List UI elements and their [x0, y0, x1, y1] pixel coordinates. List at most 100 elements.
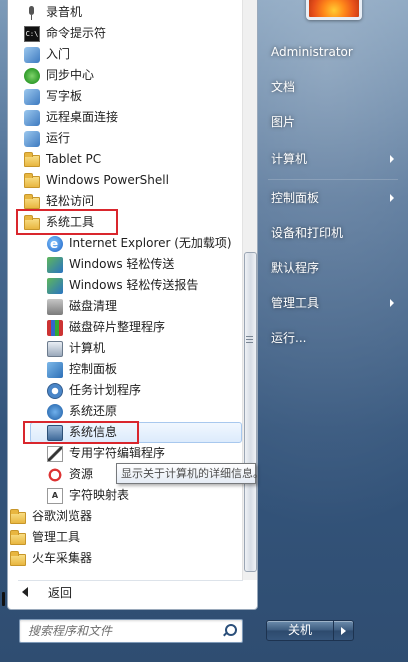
- program-label: 计算机: [69, 341, 106, 355]
- program-label: 运行: [46, 131, 71, 145]
- run-icon: [24, 130, 40, 147]
- folder-item-google-chrome[interactable]: 谷歌浏览器: [10, 506, 244, 527]
- user-name-link[interactable]: Administrator: [264, 38, 402, 66]
- chevron-right-icon: [390, 299, 394, 307]
- program-item-easy-transfer-report[interactable]: Windows 轻松传送报告: [47, 275, 244, 296]
- program-item-computer[interactable]: 计算机: [47, 338, 244, 359]
- back-arrow-icon: [22, 587, 28, 597]
- computer-link[interactable]: 计算机: [264, 145, 402, 173]
- control-panel-link[interactable]: 控制面板: [264, 184, 402, 212]
- resource-monitor-icon: [47, 466, 63, 483]
- back-label: 返回: [48, 585, 73, 600]
- program-item-system-information[interactable]: 系统信息: [30, 422, 242, 443]
- program-item-disk-cleanup[interactable]: 磁盘清理: [47, 296, 244, 317]
- program-label: 字符映射表: [69, 488, 130, 502]
- program-label: 磁盘清理: [69, 299, 118, 313]
- folder-item-admin-tools[interactable]: 管理工具: [10, 527, 244, 548]
- disk-cleanup-icon: [47, 298, 63, 315]
- program-item-control-panel[interactable]: 控制面板: [47, 359, 244, 380]
- program-label: 磁盘碎片整理程序: [69, 320, 166, 334]
- program-label: 控制面板: [69, 362, 118, 376]
- wordpad-icon: [24, 88, 40, 105]
- folder-icon: [24, 151, 40, 167]
- scrollbar-thumb[interactable]: [244, 252, 257, 572]
- programs-pane: 录音机 C:\ 命令提示符 入门 同步中心 写字板 远程桌面连接 运行 Tabl: [7, 0, 258, 610]
- folder-item-system-tools[interactable]: 系统工具: [24, 212, 244, 233]
- search-icon[interactable]: [223, 624, 237, 637]
- program-label: 管理工具: [32, 530, 81, 544]
- program-item-system-restore[interactable]: 系统还原: [47, 401, 244, 422]
- program-label: Windows PowerShell: [46, 173, 169, 187]
- documents-link[interactable]: 文档: [264, 73, 402, 101]
- admin-tools-label: 管理工具: [271, 296, 320, 310]
- devices-printers-link[interactable]: 设备和打印机: [264, 219, 402, 247]
- program-item-wordpad[interactable]: 写字板: [24, 86, 244, 107]
- run-link[interactable]: 运行...: [264, 324, 402, 352]
- folder-item-powershell[interactable]: Windows PowerShell: [24, 170, 244, 191]
- folder-icon: [10, 550, 26, 566]
- shutdown-label: 关机: [287, 623, 312, 637]
- program-item-command-prompt[interactable]: C:\ 命令提示符: [24, 23, 244, 44]
- chevron-right-icon: [390, 194, 394, 202]
- program-label: 系统还原: [69, 404, 118, 418]
- program-label: 任务计划程序: [69, 383, 142, 397]
- program-item-easy-transfer[interactable]: Windows 轻松传送: [47, 254, 244, 275]
- programs-scrollbar[interactable]: [242, 0, 257, 580]
- run-label: 运行...: [271, 331, 307, 345]
- program-item-remote-desktop[interactable]: 远程桌面连接: [24, 107, 244, 128]
- program-item-sync-center[interactable]: 同步中心: [24, 65, 244, 86]
- shutdown-options-button[interactable]: [334, 620, 354, 641]
- search-input[interactable]: [20, 620, 210, 642]
- remote-desktop-icon: [24, 109, 40, 126]
- program-item-sound-recorder[interactable]: 录音机: [24, 2, 244, 23]
- program-label: Windows 轻松传送报告: [69, 278, 199, 292]
- program-label: Windows 轻松传送: [69, 257, 175, 271]
- pictures-label: 图片: [271, 115, 296, 129]
- program-label: Tablet PC: [46, 152, 102, 166]
- folder-item-train-collector[interactable]: 火车采集器: [10, 548, 244, 569]
- shutdown-button[interactable]: 关机: [266, 620, 334, 641]
- private-character-editor-icon: [47, 445, 63, 462]
- folder-icon: [24, 172, 40, 188]
- sync-center-icon: [24, 67, 40, 84]
- program-item-private-character-editor[interactable]: 专用字符编辑程序: [47, 443, 244, 464]
- program-item-run[interactable]: 运行: [24, 128, 244, 149]
- internet-explorer-icon: [47, 234, 63, 255]
- folder-icon: [24, 193, 40, 209]
- folder-item-tablet-pc[interactable]: Tablet PC: [24, 149, 244, 170]
- system-information-icon: [47, 424, 63, 441]
- program-label: 资源: [69, 467, 94, 481]
- getting-started-icon: [24, 46, 40, 63]
- disk-defragmenter-icon: [47, 319, 63, 336]
- program-label: 命令提示符: [46, 26, 107, 40]
- system-restore-icon: [47, 403, 63, 420]
- admin-tools-link[interactable]: 管理工具: [264, 289, 402, 317]
- program-label: Internet Explorer (无加载项): [69, 236, 232, 250]
- devices-printers-label: 设备和打印机: [271, 226, 344, 240]
- control-panel-icon: [47, 361, 63, 378]
- program-label: 专用字符编辑程序: [69, 446, 166, 460]
- program-label: 轻松访问: [46, 194, 95, 208]
- command-prompt-icon: C:\: [24, 25, 40, 42]
- user-avatar[interactable]: [306, 0, 362, 20]
- program-item-disk-defragmenter[interactable]: 磁盘碎片整理程序: [47, 317, 244, 338]
- computer-icon: [47, 340, 63, 357]
- character-map-icon: A: [47, 487, 63, 504]
- control-panel-label: 控制面板: [271, 191, 320, 205]
- program-label: 同步中心: [46, 68, 95, 82]
- program-item-getting-started[interactable]: 入门: [24, 44, 244, 65]
- separator: [268, 179, 398, 180]
- search-box[interactable]: [19, 619, 243, 643]
- program-label: 入门: [46, 47, 71, 61]
- pictures-link[interactable]: 图片: [264, 108, 402, 136]
- program-item-task-scheduler[interactable]: 任务计划程序: [47, 380, 244, 401]
- program-item-internet-explorer[interactable]: Internet Explorer (无加载项): [47, 233, 244, 255]
- back-button[interactable]: 返回: [8, 581, 244, 603]
- easy-transfer-report-icon: [47, 277, 63, 294]
- default-programs-link[interactable]: 默认程序: [264, 254, 402, 282]
- program-item-character-map[interactable]: A 字符映射表: [47, 485, 244, 506]
- program-label: 系统信息: [69, 425, 118, 439]
- easy-transfer-icon: [47, 256, 63, 273]
- folder-item-ease-of-access[interactable]: 轻松访问: [24, 191, 244, 212]
- default-programs-label: 默认程序: [271, 261, 320, 275]
